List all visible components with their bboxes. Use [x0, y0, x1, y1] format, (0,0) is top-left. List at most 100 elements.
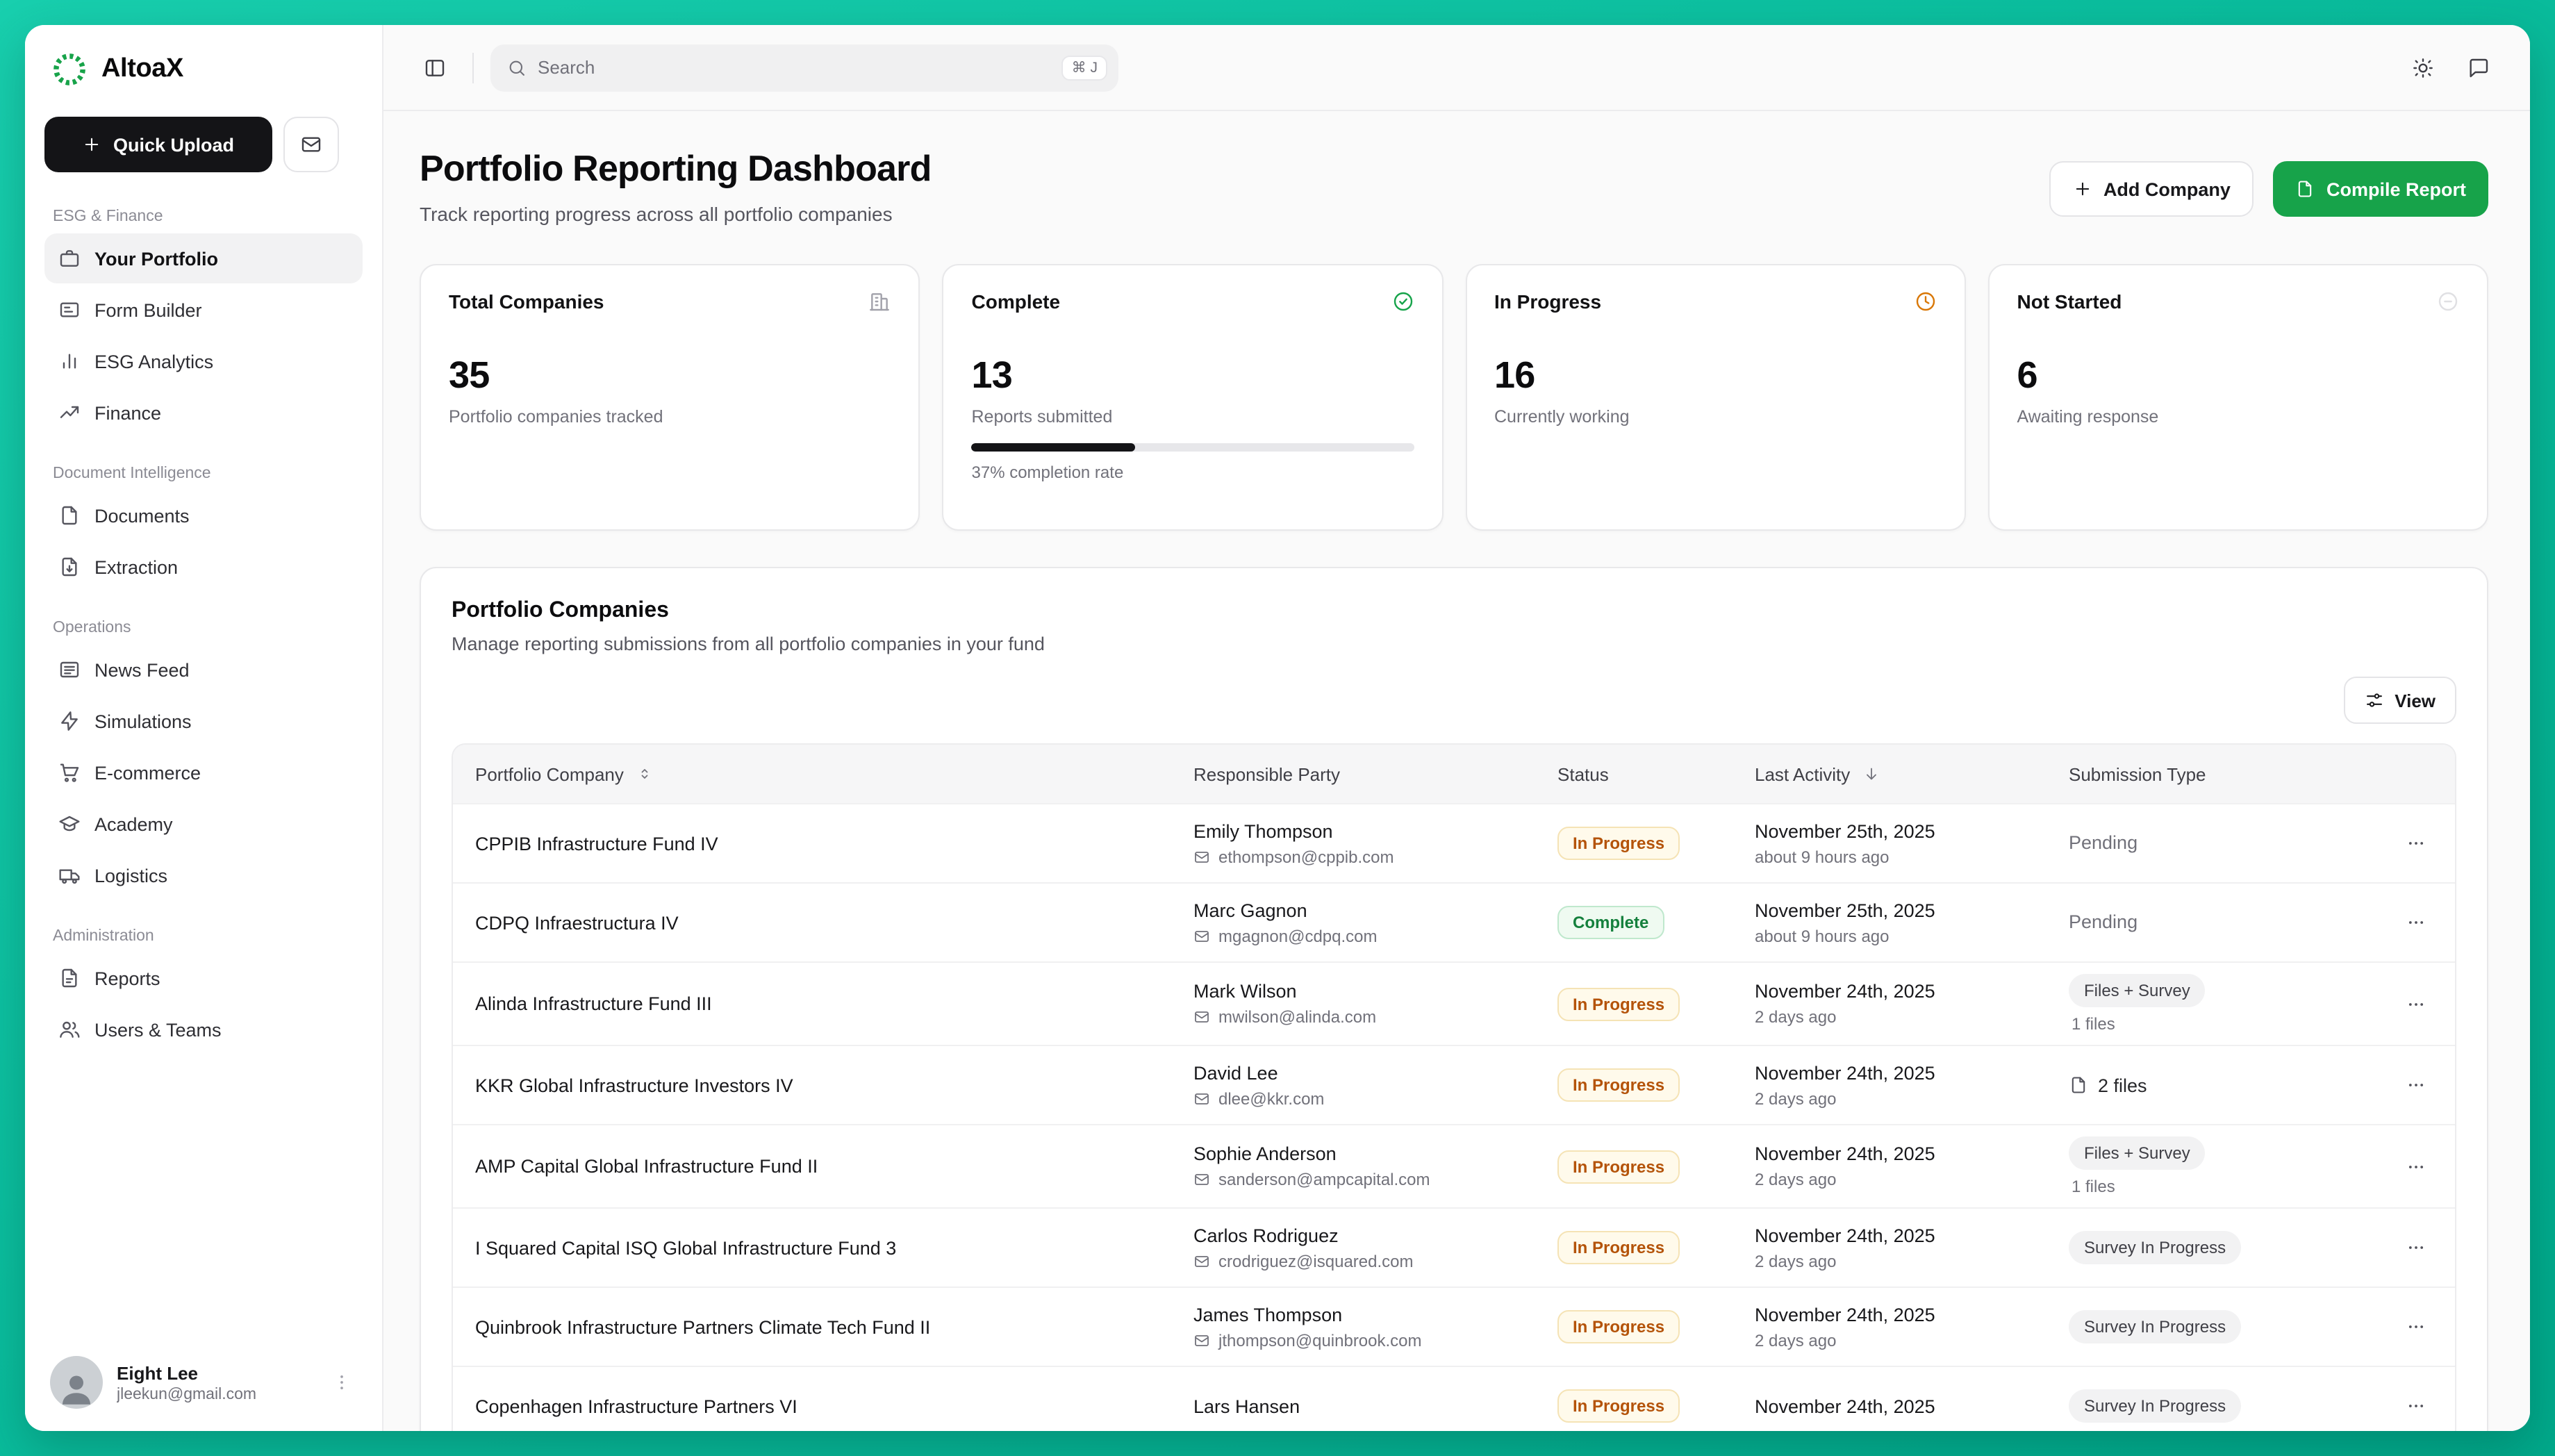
- table-row[interactable]: AMP Capital Global Infrastructure Fund I…: [453, 1124, 2455, 1207]
- stat-value: 13: [972, 354, 1414, 397]
- row-menu-button[interactable]: [2397, 903, 2436, 942]
- sidebar-item-form-builder[interactable]: Form Builder: [44, 285, 363, 335]
- add-company-button[interactable]: Add Company: [2049, 161, 2254, 217]
- responsible-party-cell: James Thompson jthompson@quinbrook.com: [1180, 1304, 1544, 1350]
- responsible-party-cell: David Leedlee@kkr.com: [1180, 1062, 1544, 1108]
- column-submission-type: Submission Type: [2055, 763, 2377, 784]
- last-activity-cell: November 24th, 20252 days ago: [1741, 1225, 2055, 1271]
- topbar: ⌘ J: [383, 25, 2530, 111]
- table-row[interactable]: CDPQ Infraestructura IVMarc Gagnonmgagno…: [453, 882, 2455, 961]
- user-card[interactable]: Eight Lee jleekun@gmail.com: [44, 1348, 363, 1412]
- compile-report-label: Compile Report: [2326, 179, 2466, 199]
- sidebar-item-your-portfolio[interactable]: Your Portfolio: [44, 233, 363, 283]
- user-menu-button[interactable]: [326, 1367, 357, 1398]
- contact-name: Sophie Anderson: [1193, 1143, 1530, 1164]
- newspaper-icon: [58, 659, 81, 681]
- table-row[interactable]: I Squared Capital ISQ Global Infrastruct…: [453, 1207, 2455, 1287]
- feedback-button[interactable]: [2458, 47, 2499, 88]
- search-shortcut-badge: ⌘ J: [1062, 55, 1107, 80]
- row-menu-button[interactable]: [2397, 984, 2436, 1023]
- sidebar-item-esg-analytics[interactable]: ESG Analytics: [44, 336, 363, 386]
- activity-date: November 24th, 2025: [1755, 1304, 2041, 1325]
- view-button-label: View: [2395, 690, 2436, 711]
- row-actions-cell: [2377, 903, 2455, 942]
- submission-type-cell: Pending: [2055, 831, 2377, 856]
- sidebar-item-logistics[interactable]: Logistics: [44, 850, 363, 900]
- table-row[interactable]: CPPIB Infrastructure Fund IVEmily Thomps…: [453, 803, 2455, 882]
- row-actions-cell: [2377, 1147, 2455, 1186]
- activity-relative-time: 2 days ago: [1755, 1007, 2041, 1027]
- activity-date: November 24th, 2025: [1755, 1062, 2041, 1083]
- submission-type-badge: Files + Survey: [2069, 974, 2206, 1007]
- sidebar-item-simulations[interactable]: Simulations: [44, 696, 363, 746]
- sidebar-item-e-commerce[interactable]: E-commerce: [44, 747, 363, 797]
- submission-files: 2 files: [2069, 1075, 2363, 1095]
- sidebar-item-finance[interactable]: Finance: [44, 388, 363, 438]
- contact-email-text: dlee@kkr.com: [1218, 1089, 1324, 1108]
- sidebar-item-label: News Feed: [94, 659, 190, 680]
- company-name: KKR Global Infrastructure Investors IV: [453, 1075, 1180, 1095]
- stat-caption: Reports submitted: [972, 407, 1414, 427]
- contact-email-text: jthompson@quinbrook.com: [1218, 1330, 1422, 1350]
- row-menu-button[interactable]: [2397, 1307, 2436, 1346]
- sidebar-item-label: Logistics: [94, 865, 167, 886]
- table-row[interactable]: Quinbrook Infrastructure Partners Climat…: [453, 1287, 2455, 1366]
- sidebar-item-academy[interactable]: Academy: [44, 799, 363, 849]
- activity-relative-time: about 9 hours ago: [1755, 926, 2041, 945]
- responsible-party-cell: Sophie Anderson sanderson@ampcapital.com: [1180, 1143, 1544, 1189]
- mail-icon: [1193, 927, 1210, 944]
- sort-activity-button[interactable]: [1858, 761, 1883, 786]
- sort-company-button[interactable]: [632, 761, 657, 786]
- search-input[interactable]: [538, 57, 1051, 78]
- contact-email: ethompson@cppib.com: [1193, 847, 1530, 866]
- sidebar-item-news-feed[interactable]: News Feed: [44, 645, 363, 695]
- row-menu-button[interactable]: [2397, 1387, 2436, 1425]
- row-menu-button[interactable]: [2397, 1147, 2436, 1186]
- stat-label: Complete: [972, 290, 1061, 313]
- sidebar-item-reports[interactable]: Reports: [44, 953, 363, 1003]
- column-label: Portfolio Company: [475, 763, 624, 784]
- contact-email-text: sanderson@ampcapital.com: [1218, 1170, 1430, 1189]
- search-box[interactable]: ⌘ J: [490, 44, 1118, 91]
- companies-table: Portfolio Company Responsible Party Stat…: [452, 743, 2456, 1431]
- sidebar-item-documents[interactable]: Documents: [44, 490, 363, 540]
- inbox-button[interactable]: [283, 117, 339, 172]
- plus-icon: [2073, 179, 2092, 199]
- row-menu-button[interactable]: [2397, 1228, 2436, 1267]
- sidebar-toggle-button[interactable]: [414, 47, 456, 88]
- last-activity-cell: November 25th, 2025about 9 hours ago: [1741, 900, 2055, 945]
- stat-label: Total Companies: [449, 290, 604, 313]
- compile-report-button[interactable]: Compile Report: [2274, 161, 2488, 217]
- sidebar-item-extraction[interactable]: Extraction: [44, 542, 363, 592]
- view-options-button[interactable]: View: [2343, 677, 2456, 724]
- more-horizontal-icon: [2406, 1157, 2426, 1176]
- table-row[interactable]: Copenhagen Infrastructure Partners VILar…: [453, 1366, 2455, 1431]
- sidebar-item-label: Reports: [94, 968, 160, 988]
- contact-email-text: mgagnon@cdpq.com: [1218, 926, 1378, 945]
- status-badge: In Progress: [1557, 1150, 1680, 1183]
- contact-email: mgagnon@cdpq.com: [1193, 926, 1530, 945]
- contact-email: jthompson@quinbrook.com: [1193, 1330, 1530, 1350]
- sidebar-item-users-teams[interactable]: Users & Teams: [44, 1004, 363, 1054]
- table-row[interactable]: KKR Global Infrastructure Investors IVDa…: [453, 1045, 2455, 1124]
- row-menu-button[interactable]: [2397, 824, 2436, 863]
- row-actions-cell: [2377, 984, 2455, 1023]
- sliders-icon: [2364, 690, 2383, 710]
- nav-section-label: Document Intelligence: [53, 465, 354, 482]
- quick-upload-button[interactable]: Quick Upload: [44, 117, 272, 172]
- theme-toggle-button[interactable]: [2402, 47, 2444, 88]
- status-cell: Complete: [1544, 906, 1741, 939]
- more-horizontal-icon: [2406, 834, 2426, 853]
- last-activity-cell: November 24th, 2025: [1741, 1396, 2055, 1416]
- responsible-party-cell: Emily Thompsonethompson@cppib.com: [1180, 820, 1544, 866]
- table-row[interactable]: Alinda Infrastructure Fund IIIMark Wilso…: [453, 961, 2455, 1045]
- activity-relative-time: 2 days ago: [1755, 1251, 2041, 1271]
- chat-bubble-icon: [2467, 56, 2490, 78]
- contact-name: James Thompson: [1193, 1304, 1530, 1325]
- mail-icon: [1193, 1332, 1210, 1348]
- main-area: ⌘ J Portfolio Reporting Dashboard Track …: [383, 25, 2530, 1431]
- activity-relative-time: 2 days ago: [1755, 1170, 2041, 1189]
- sun-icon: [2412, 56, 2434, 78]
- stat-caption: Awaiting response: [2017, 407, 2460, 427]
- row-menu-button[interactable]: [2397, 1066, 2436, 1105]
